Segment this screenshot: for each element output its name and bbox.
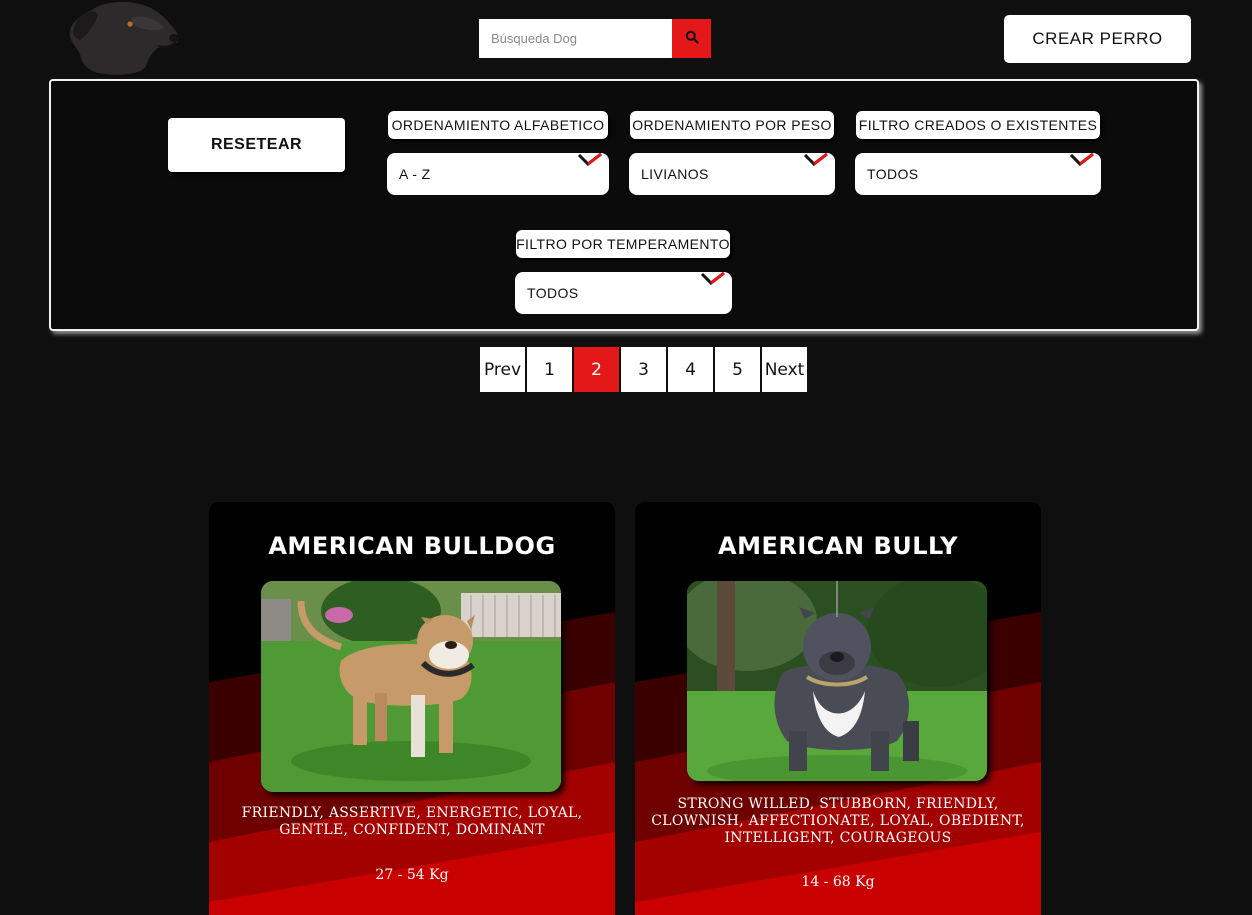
weight-sort-label: ORDENAMIENTO POR PESO <box>630 111 834 139</box>
chevron-down-icon <box>700 271 726 288</box>
search-icon <box>685 30 699 47</box>
search-button[interactable] <box>672 19 711 58</box>
reset-button[interactable]: RESETEAR <box>168 118 345 172</box>
chevron-down-icon <box>803 152 829 169</box>
temperament-filter-value: TODOS <box>527 285 579 301</box>
alpha-sort-select[interactable]: A - Z <box>387 152 609 195</box>
chevron-down-icon <box>1069 152 1095 169</box>
card-weight: 27 - 54 Kg <box>375 867 449 883</box>
card-temperaments: STRONG WILLED, STUBBORN, FRIENDLY, CLOWN… <box>651 796 1025 846</box>
temperament-filter-select[interactable]: TODOS <box>515 271 732 314</box>
page-button-5[interactable]: 5 <box>715 347 760 392</box>
card-temperaments: FRIENDLY, ASSERTIVE, ENERGETIC, LOYAL, G… <box>241 805 583 838</box>
source-filter-select[interactable]: TODOS <box>855 152 1101 195</box>
card-weight: 14 - 68 Kg <box>801 874 875 890</box>
page-button-2[interactable]: 2 <box>574 347 619 392</box>
create-dog-button[interactable]: CREAR PERRO <box>1004 15 1191 63</box>
search-bar <box>479 19 711 58</box>
dog-image <box>687 581 987 781</box>
page: CREAR PERRO RESETEAR ORDENAMIENTO ALFABE… <box>0 0 1252 915</box>
source-filter-value: TODOS <box>867 166 919 182</box>
card-title: AMERICAN BULLDOG <box>268 532 556 560</box>
next-page-button[interactable]: Next <box>762 347 807 392</box>
page-button-3[interactable]: 3 <box>621 347 666 392</box>
temperament-filter-label: FILTRO POR TEMPERAMENTO <box>516 230 730 258</box>
chevron-down-icon <box>577 152 603 169</box>
card-title: AMERICAN BULLY <box>718 532 958 560</box>
dog-card[interactable]: AMERICAN BULLDOG FRIENDLY, ASSERTIVE, EN… <box>209 502 615 915</box>
page-button-4[interactable]: 4 <box>668 347 713 392</box>
weight-sort-select[interactable]: LIVIANOS <box>629 152 835 195</box>
prev-page-button[interactable]: Prev <box>480 347 525 392</box>
dog-image <box>261 581 561 792</box>
dog-card[interactable]: AMERICAN BULLY STRONG WILLED, STUBBORN, … <box>635 502 1041 915</box>
search-input[interactable] <box>479 19 672 58</box>
weight-sort-value: LIVIANOS <box>641 166 709 182</box>
source-filter-label: FILTRO CREADOS O EXISTENTES <box>856 111 1100 139</box>
page-button-1[interactable]: 1 <box>527 347 572 392</box>
alpha-sort-label: ORDENAMIENTO ALFABETICO <box>388 111 608 139</box>
dog-logo[interactable] <box>62 0 182 76</box>
alpha-sort-value: A - Z <box>399 166 431 182</box>
pagination: Prev 1 2 3 4 5 Next <box>480 347 807 392</box>
